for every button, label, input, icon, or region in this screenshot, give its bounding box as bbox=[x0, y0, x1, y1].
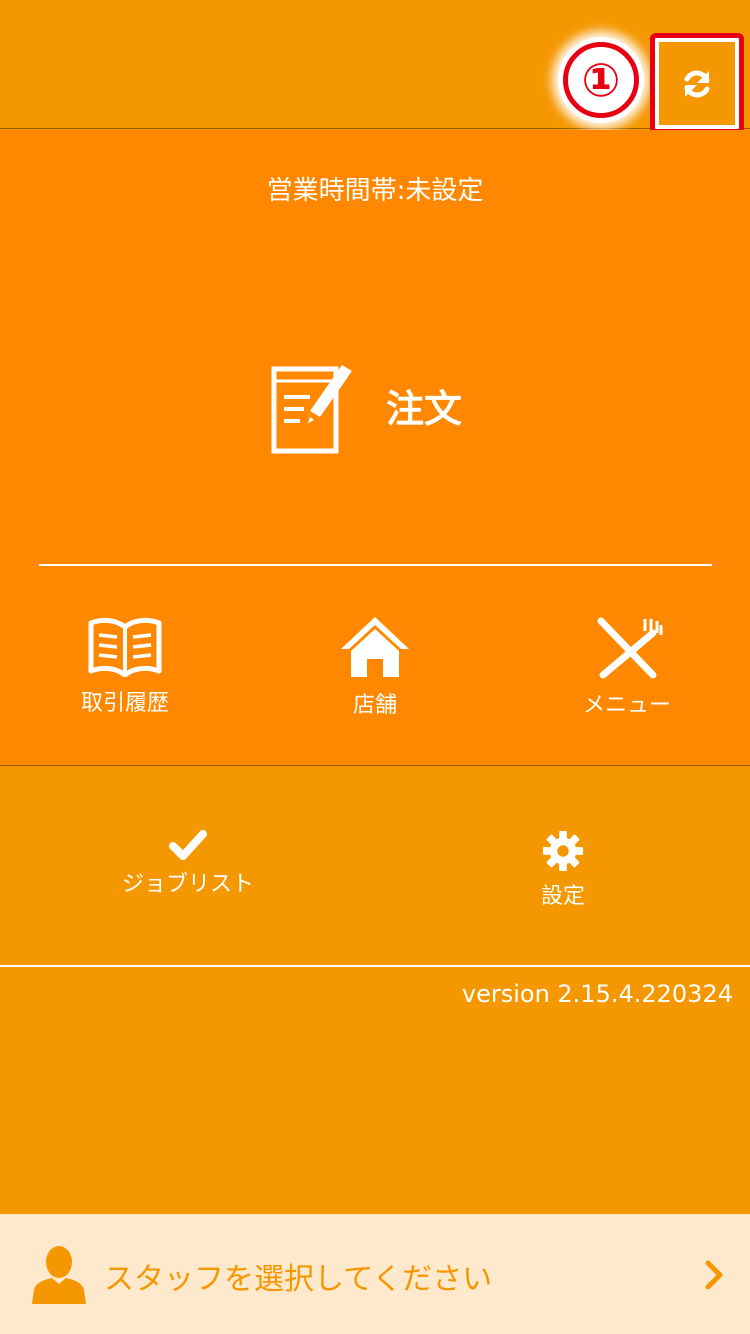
nav-item-transaction-history[interactable]: 取引履歴 bbox=[25, 615, 225, 725]
settings-label: 設定 bbox=[540, 884, 585, 909]
chevron-right-icon bbox=[705, 1260, 723, 1290]
home-icon bbox=[341, 617, 409, 677]
business-hours-text: 営業時間帯:未設定 bbox=[266, 176, 484, 206]
person-icon bbox=[32, 1246, 86, 1304]
order-pad-icon bbox=[271, 365, 352, 454]
nav-item-label: 店舗 bbox=[352, 693, 397, 718]
order-button[interactable]: 注文 bbox=[270, 350, 490, 460]
section-divider bbox=[0, 765, 750, 766]
staff-select-label: スタッフを選択してください bbox=[104, 1262, 493, 1297]
annotation-marker: ① bbox=[558, 37, 644, 123]
nav-item-label: 取引履歴 bbox=[80, 691, 169, 716]
refresh-icon bbox=[684, 70, 710, 97]
settings-button[interactable]: 設定 bbox=[463, 830, 663, 910]
check-icon bbox=[169, 830, 207, 860]
refresh-button[interactable] bbox=[650, 33, 744, 134]
job-list-button[interactable]: ジョブリスト bbox=[88, 830, 288, 910]
nav-item-label: メニュー bbox=[582, 693, 671, 718]
divider bbox=[39, 564, 712, 566]
version-text: version 2.15.4.220324 bbox=[461, 980, 733, 1008]
order-label: 注文 bbox=[386, 386, 463, 431]
fork-knife-icon bbox=[597, 617, 663, 679]
section-divider bbox=[0, 965, 750, 967]
book-icon bbox=[88, 617, 162, 677]
job-list-label: ジョブリスト bbox=[121, 872, 254, 897]
gear-icon bbox=[542, 830, 584, 872]
nav-item-store[interactable]: 店舗 bbox=[275, 615, 475, 725]
nav-item-menu[interactable]: メニュー bbox=[527, 615, 727, 725]
annotation-number: ① bbox=[563, 42, 639, 118]
